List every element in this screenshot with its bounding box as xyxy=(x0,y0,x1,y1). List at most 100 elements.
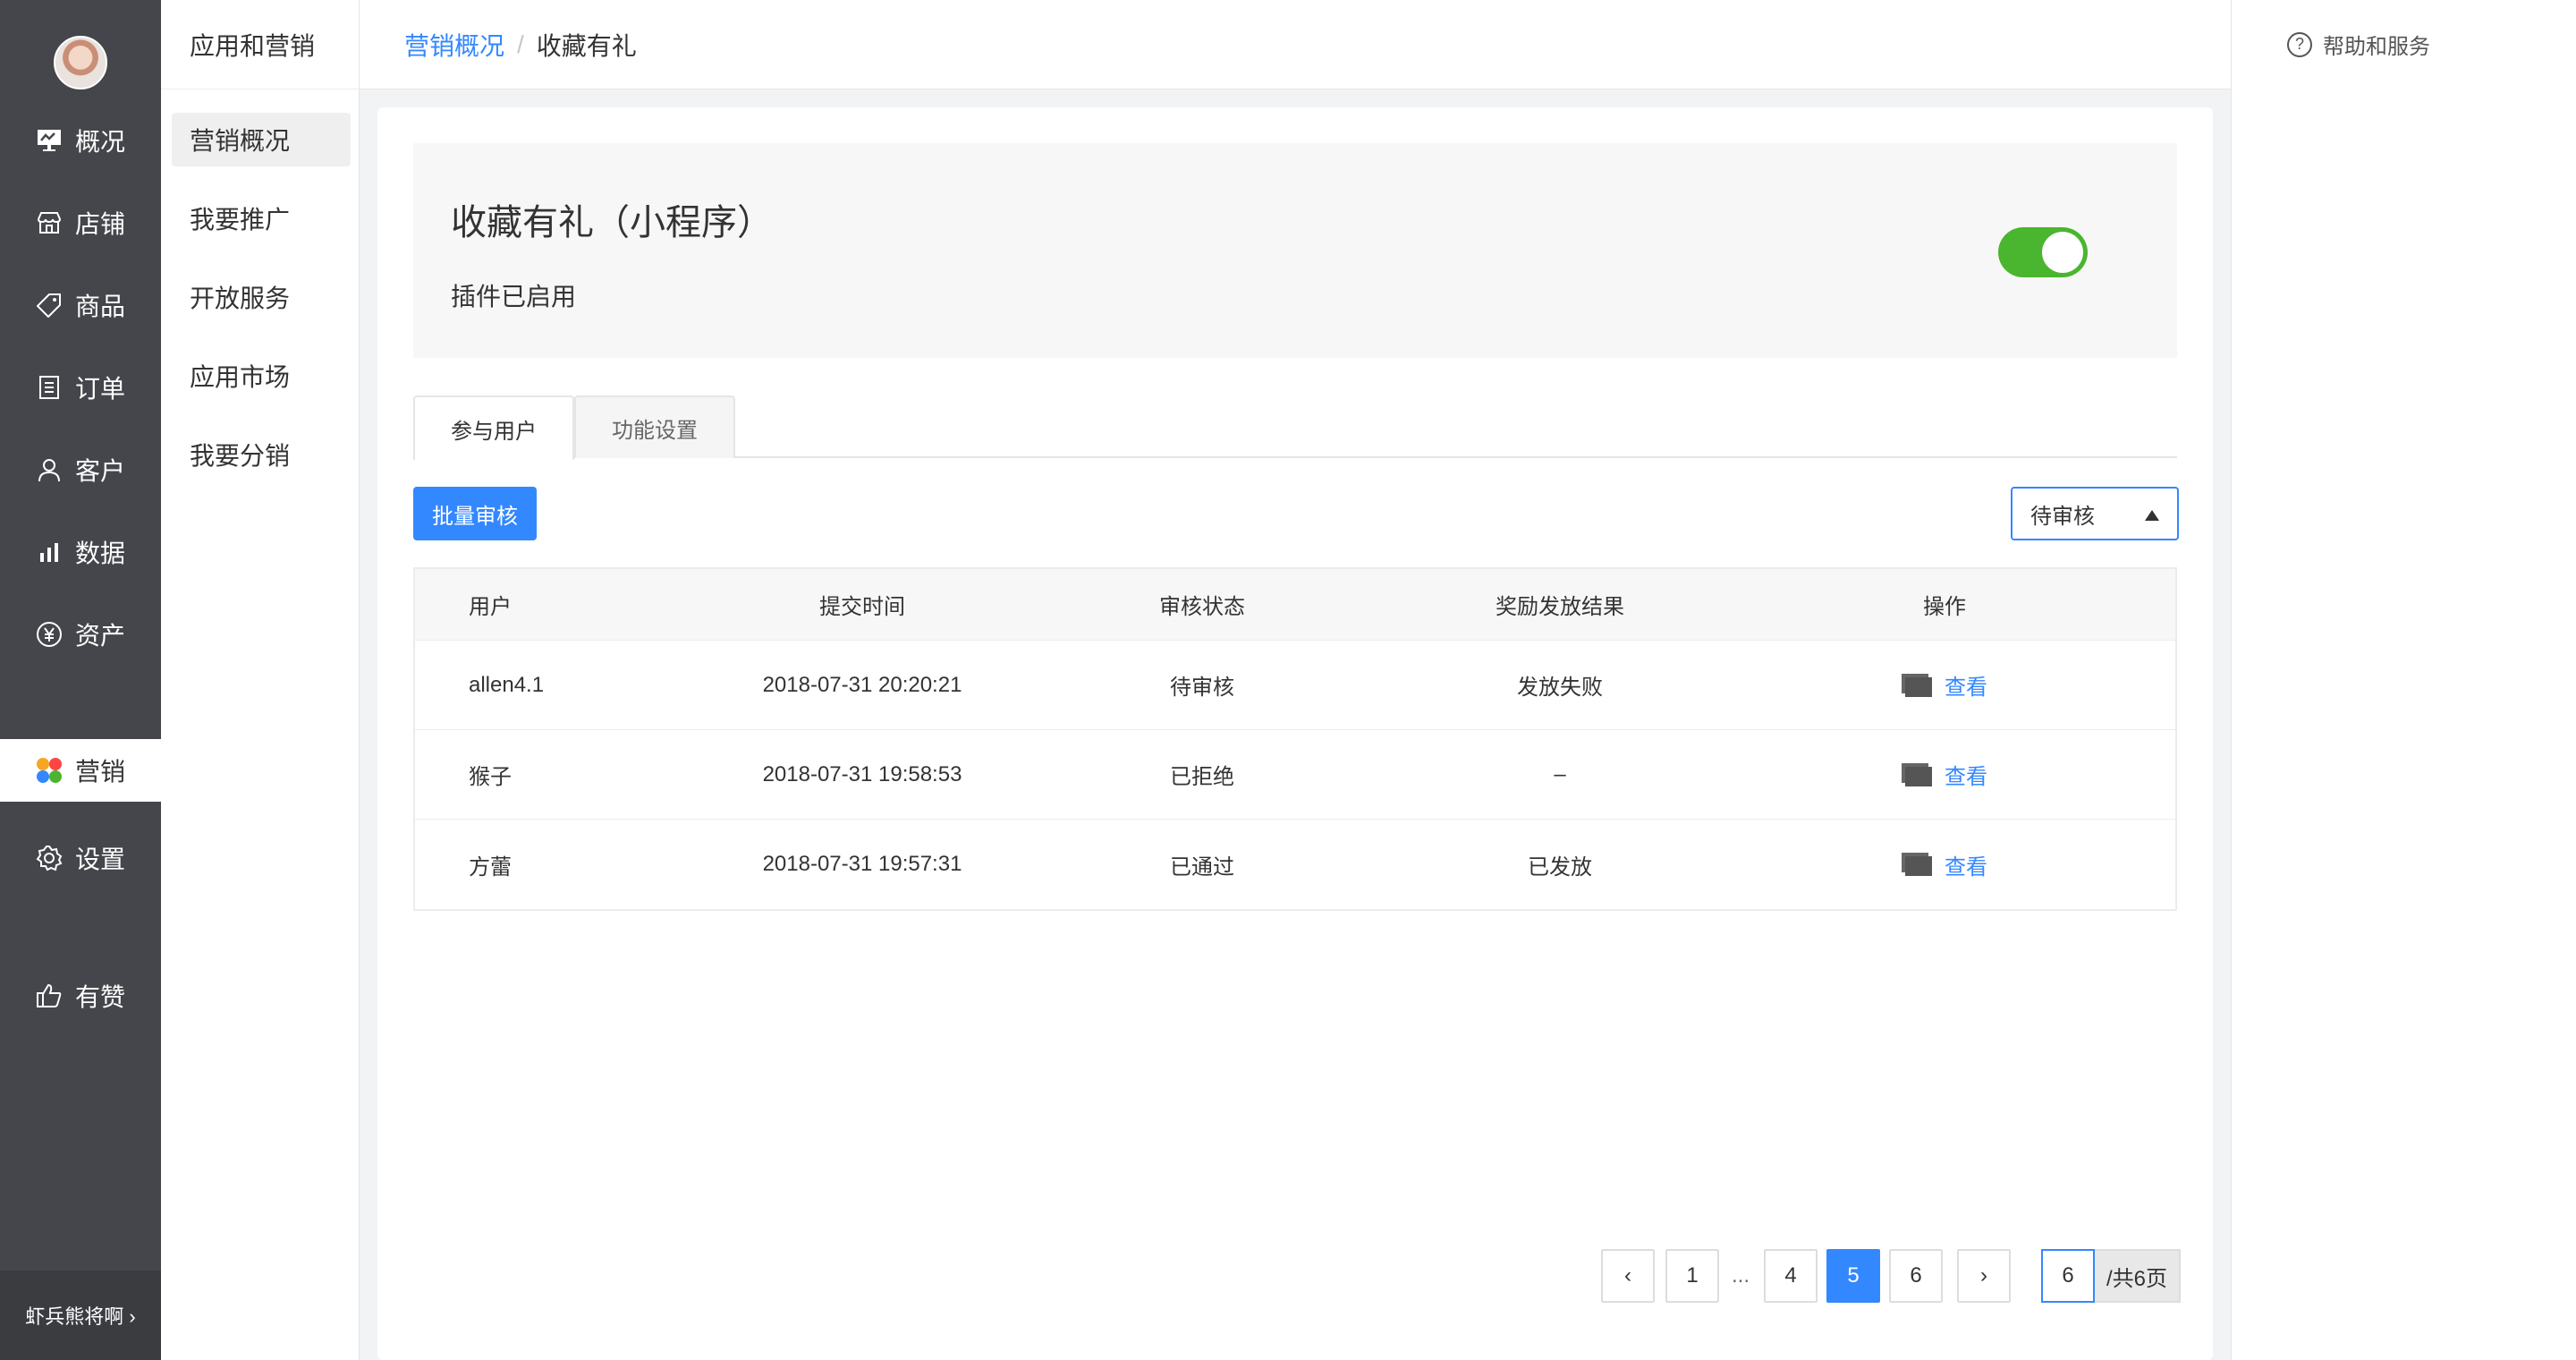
nav-item-label: 概况 xyxy=(75,128,126,156)
view-label: 查看 xyxy=(1945,854,1987,880)
page-title: 收藏有礼（小程序） xyxy=(451,203,773,242)
cell-time: 2018-07-31 19:58:53 xyxy=(762,761,962,786)
tab-participants[interactable]: 参与用户 xyxy=(413,395,574,460)
cell-user: 猴子 xyxy=(469,765,512,789)
document-icon xyxy=(1902,673,1932,697)
subnav-item-open-services[interactable]: 开放服务 xyxy=(172,270,351,324)
view-label: 查看 xyxy=(1945,676,1987,700)
order-icon xyxy=(36,374,63,401)
thumbs-up-icon xyxy=(36,982,63,1009)
breadcrumb-parent-link[interactable]: 营销概况 xyxy=(404,27,504,63)
page-button[interactable]: 6 xyxy=(1889,1249,1943,1303)
nav-item-label: 营销 xyxy=(75,758,126,786)
nav-item-label: 订单 xyxy=(75,375,126,403)
nav-item-label: 设置 xyxy=(75,846,126,873)
caret-up-icon xyxy=(2145,510,2159,521)
nav-item-orders[interactable]: 订单 xyxy=(0,356,161,419)
column-header: 提交时间 xyxy=(819,595,905,619)
cell-time: 2018-07-31 20:20:21 xyxy=(762,672,962,697)
sub-nav: 应用和营销 营销概况 我要推广 开放服务 应用市场 我要分销 xyxy=(161,0,360,1360)
chart-icon xyxy=(36,539,63,565)
total-pages: /共6页 xyxy=(2095,1249,2181,1303)
document-icon xyxy=(1902,762,1932,786)
view-link[interactable]: 查看 xyxy=(1902,759,1987,790)
subnav-item-distribution[interactable]: 我要分销 xyxy=(172,428,351,481)
cell-action: 查看 xyxy=(1721,669,2168,701)
column-header: 审核状态 xyxy=(1159,595,1245,619)
store-icon xyxy=(36,209,63,236)
subnav-title: 应用和营销 xyxy=(161,0,359,89)
cell-status: 待审核 xyxy=(1170,676,1234,700)
table-row: 猴子 2018-07-31 19:58:53 已拒绝 – 查看 xyxy=(415,730,2175,820)
cell-time: 2018-07-31 19:57:31 xyxy=(762,852,962,876)
plugin-toggle[interactable] xyxy=(1998,227,2088,277)
plugin-banner: 收藏有礼（小程序） 插件已启用 xyxy=(413,143,2177,358)
user-icon xyxy=(36,456,63,483)
cell-result: – xyxy=(1554,761,1566,786)
avatar[interactable] xyxy=(54,36,107,89)
nav-item-youzan[interactable]: 有赞 xyxy=(0,965,161,1027)
table-row: 方蕾 2018-07-31 19:57:31 已通过 已发放 查看 xyxy=(415,820,2175,909)
cell-status: 已拒绝 xyxy=(1170,765,1234,789)
tab-bar: 参与用户 功能设置 xyxy=(413,395,2177,460)
nav-item-label: 数据 xyxy=(75,540,126,567)
yen-icon xyxy=(36,621,63,648)
status-filter-select[interactable]: 待审核 xyxy=(2011,487,2179,540)
page-button[interactable]: 4 xyxy=(1764,1249,1818,1303)
table-row: allen4.1 2018-07-31 20:20:21 待审核 发放失败 查看 xyxy=(415,641,2175,730)
cell-user: 方蕾 xyxy=(469,854,512,880)
table-header: 用户 提交时间 审核状态 奖励发放结果 操作 xyxy=(415,569,2175,641)
next-page-button[interactable]: › xyxy=(1957,1249,2011,1303)
help-label: 帮助和服务 xyxy=(2323,35,2430,59)
subnav-item-promotion[interactable]: 我要推广 xyxy=(172,191,351,245)
nav-item-marketing[interactable]: 营销 xyxy=(0,739,161,802)
nav-item-customers[interactable]: 客户 xyxy=(0,438,161,501)
column-header: 用户 xyxy=(469,595,512,619)
page-button[interactable]: 1 xyxy=(1665,1249,1719,1303)
breadcrumb-current: 收藏有礼 xyxy=(536,31,637,60)
cell-action: 查看 xyxy=(1721,759,2168,790)
subnav-item-marketing-overview[interactable]: 营销概况 xyxy=(172,113,351,166)
nav-item-label: 商品 xyxy=(75,293,126,320)
status-filter-value: 待审核 xyxy=(2030,504,2095,529)
nav-item-label: 客户 xyxy=(75,457,126,485)
content-card: 收藏有礼（小程序） 插件已启用 参与用户 功能设置 批量审核 待审核 用户 提交… xyxy=(377,107,2213,1360)
help-link[interactable]: ? 帮助和服务 xyxy=(2287,29,2430,60)
breadcrumb-separator: / xyxy=(517,30,524,58)
marketing-icon xyxy=(36,757,63,784)
participants-table: 用户 提交时间 审核状态 奖励发放结果 操作 allen4.1 2018-07-… xyxy=(413,567,2177,911)
column-header: 奖励发放结果 xyxy=(1496,595,1624,619)
view-link[interactable]: 查看 xyxy=(1902,669,1987,701)
shop-switcher[interactable]: 虾兵熊将啊 › xyxy=(0,1271,161,1360)
nav-item-label: 有赞 xyxy=(75,983,126,1011)
column-header: 操作 xyxy=(1923,595,1966,619)
breadcrumb: 营销概况 / 收藏有礼 xyxy=(360,0,2231,89)
plugin-status: 插件已启用 xyxy=(451,283,577,310)
overview-icon xyxy=(36,127,63,154)
view-link[interactable]: 查看 xyxy=(1902,849,1987,880)
nav-item-assets[interactable]: 资产 xyxy=(0,603,161,666)
tab-settings[interactable]: 功能设置 xyxy=(574,395,735,458)
gear-icon xyxy=(36,845,63,871)
nav-item-store[interactable]: 店铺 xyxy=(0,191,161,254)
document-icon xyxy=(1902,853,1932,876)
prev-page-button[interactable]: ‹ xyxy=(1601,1249,1655,1303)
tag-icon xyxy=(36,292,63,319)
subnav-item-app-market[interactable]: 应用市场 xyxy=(172,349,351,403)
nav-item-overview[interactable]: 概况 xyxy=(0,109,161,172)
batch-review-button[interactable]: 批量审核 xyxy=(413,487,537,540)
nav-item-label: 资产 xyxy=(75,622,126,650)
page-button-current[interactable]: 5 xyxy=(1826,1249,1880,1303)
nav-item-settings[interactable]: 设置 xyxy=(0,827,161,889)
cell-result: 已发放 xyxy=(1528,854,1592,880)
main-nav: 概况 店铺 商品 订单 客户 数据 资产 营销 设置 有赞 虾兵熊将啊 › xyxy=(0,0,161,1360)
view-label: 查看 xyxy=(1945,765,1987,789)
cell-user: allen4.1 xyxy=(469,672,545,697)
cell-result: 发放失败 xyxy=(1517,676,1603,700)
nav-item-goods[interactable]: 商品 xyxy=(0,274,161,336)
nav-item-data[interactable]: 数据 xyxy=(0,521,161,583)
nav-item-label: 店铺 xyxy=(75,210,126,238)
cell-status: 已通过 xyxy=(1170,854,1234,880)
page-jump-input[interactable]: 6 xyxy=(2041,1249,2095,1303)
cell-action: 查看 xyxy=(1721,849,2168,880)
